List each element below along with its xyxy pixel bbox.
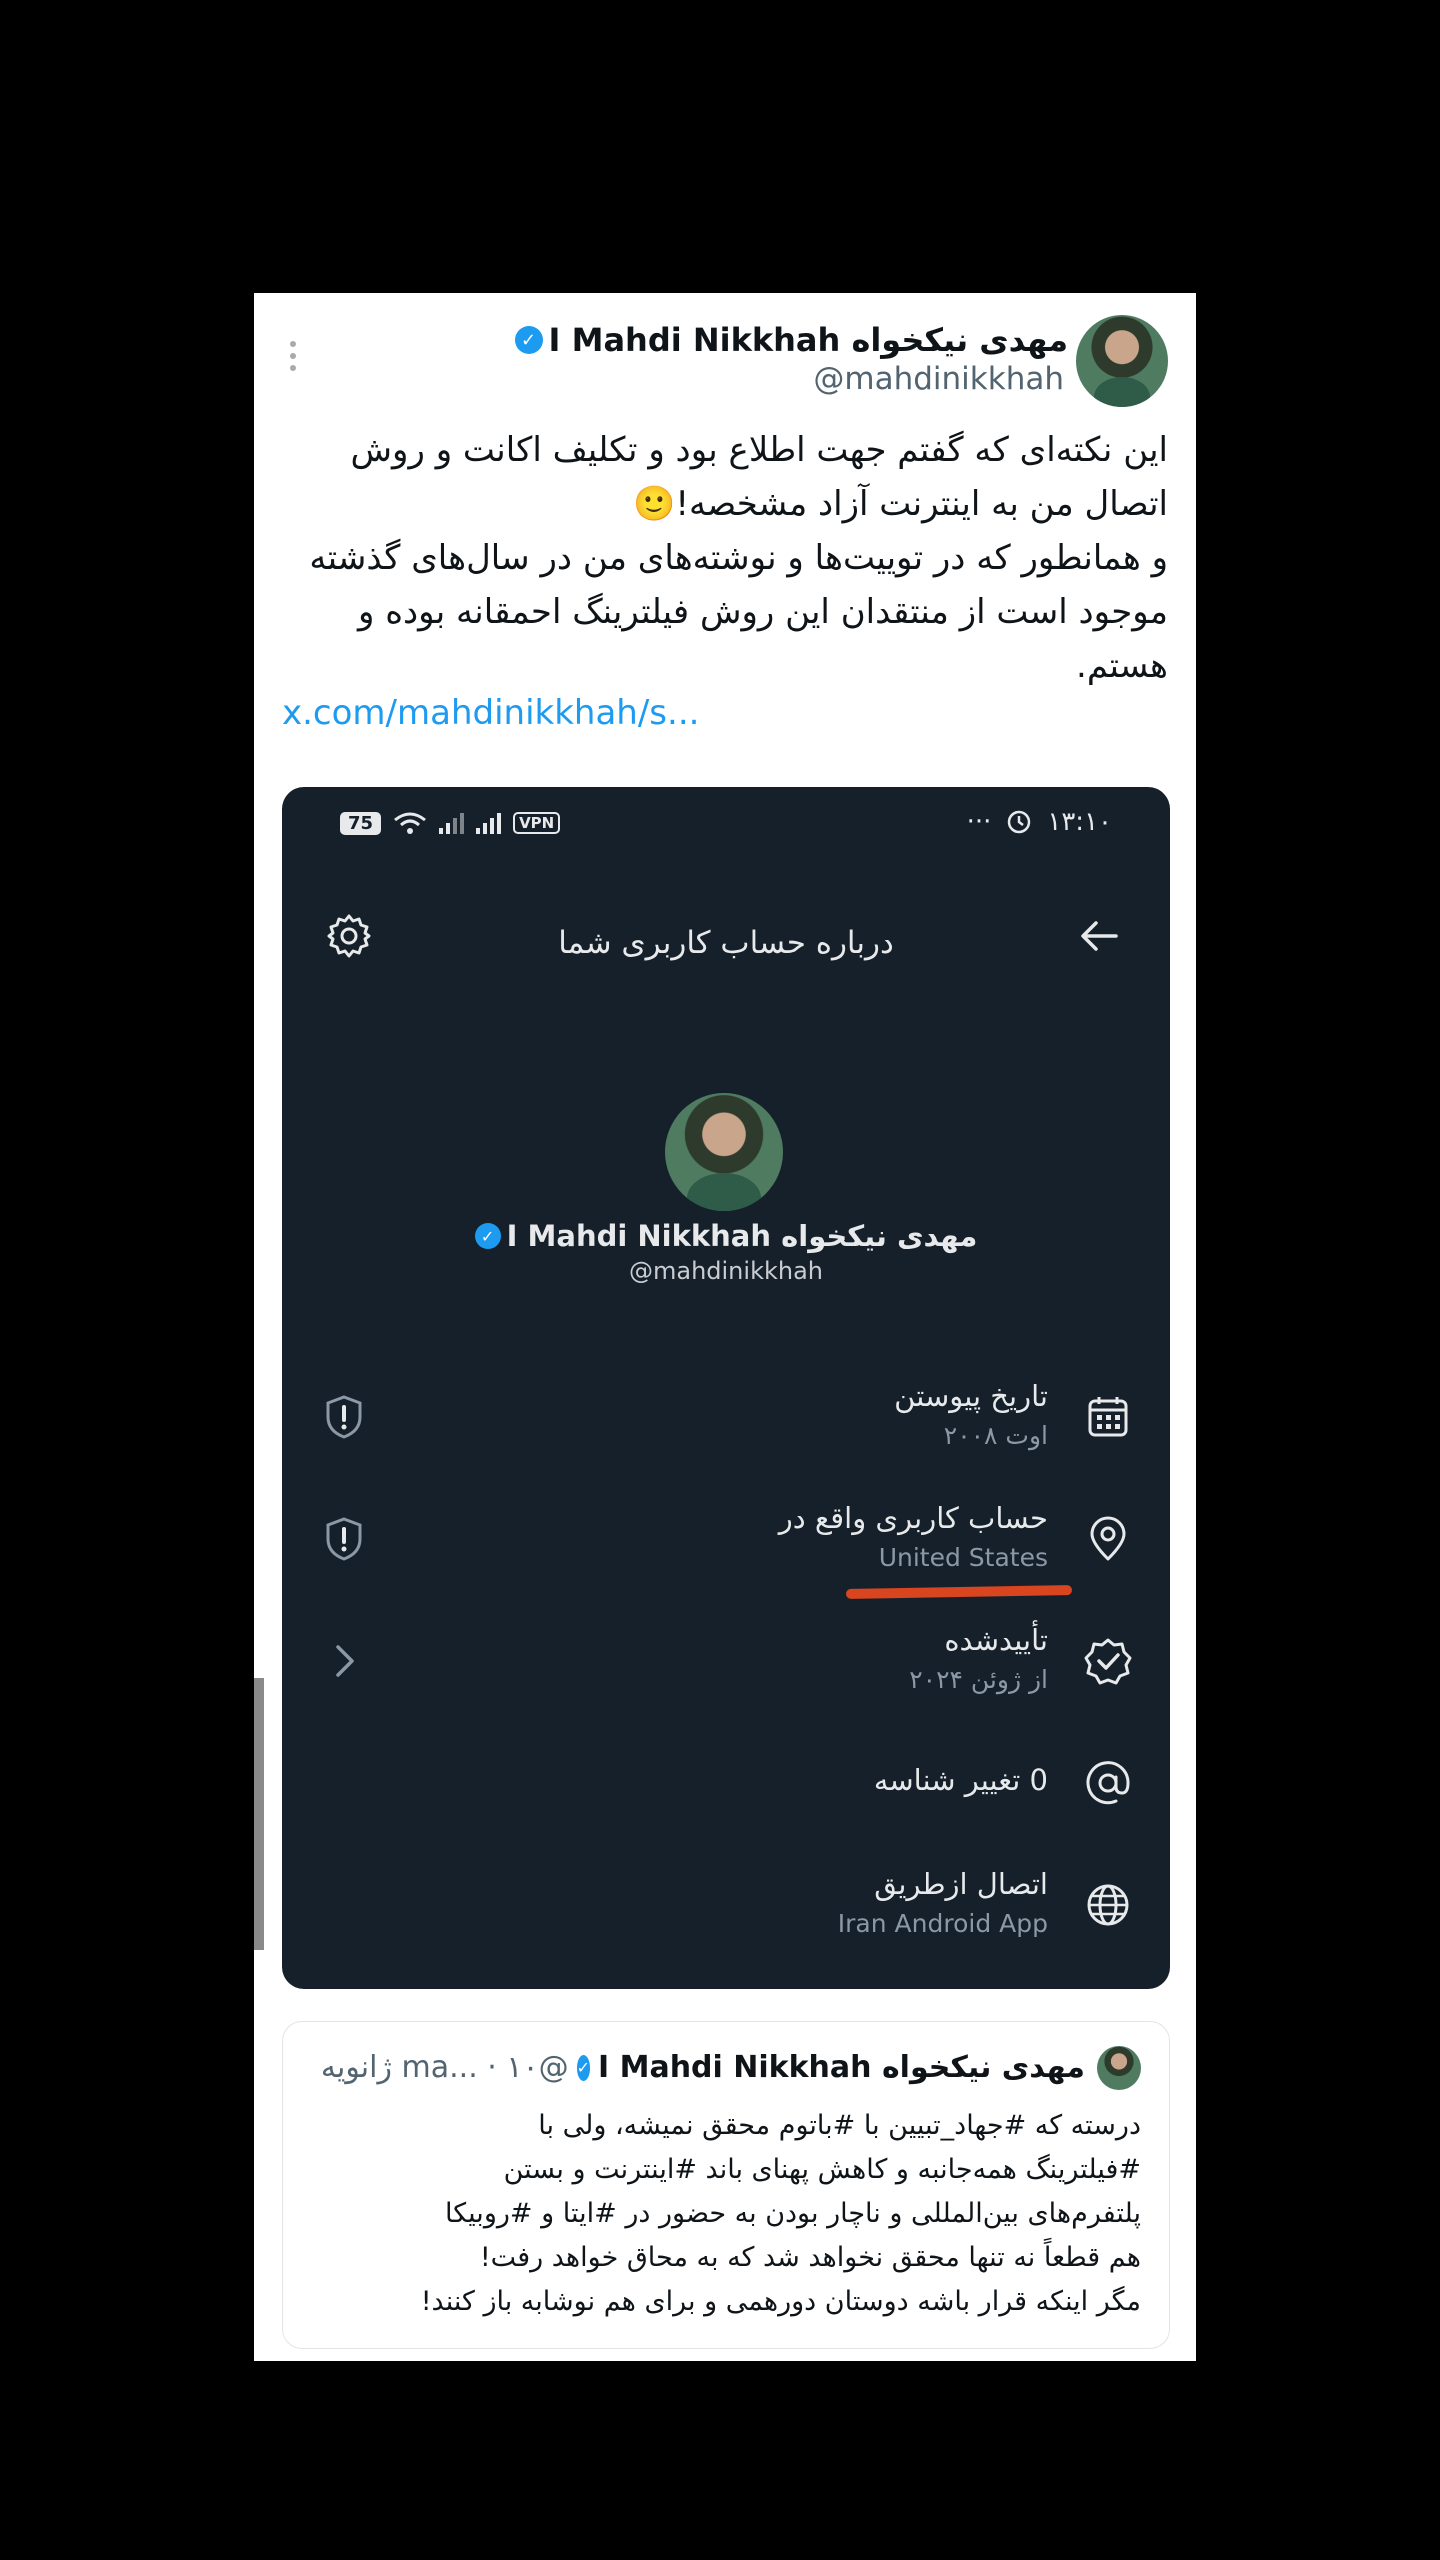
profile-avatar[interactable] (665, 1093, 783, 1211)
tweet-link[interactable]: x.com/mahdinikkhah/s... (282, 693, 699, 733)
status-bar-left: 75 VPN (340, 811, 561, 835)
more-notifications: ··· (966, 807, 992, 837)
row-join-date[interactable]: تاریخ پیوستن اوت ۲۰۰۸ (282, 1369, 1170, 1479)
more-options-icon[interactable] (290, 335, 298, 377)
quoted-meta: @ma... · ۱۰ ژانویه ۲۳ (311, 2050, 569, 2085)
row-connected-via[interactable]: اتصال ازطریق Iran Android App (282, 1857, 1170, 1967)
shield-alert-icon[interactable] (322, 1393, 366, 1441)
row-sub: از ژوئن ۲۰۲۴ (909, 1665, 1048, 1694)
verified-badge-icon: ✓ (514, 326, 543, 354)
author-name-row[interactable]: مهدی نیکخواه I Mahdi Nikkhah ✓ (514, 321, 1068, 359)
location-pin-icon (1090, 1516, 1126, 1561)
author-avatar[interactable] (1076, 315, 1168, 407)
sync-icon (1008, 810, 1031, 834)
shield-alert-icon[interactable] (322, 1515, 366, 1563)
row-sub: Iran Android App (837, 1909, 1048, 1938)
tweet-text: این نکته‌ای که گفتم جهت اطلاع بود و تکلی… (278, 423, 1168, 693)
tweet-line: این نکته‌ای که گفتم جهت اطلاع بود و تکلی… (350, 430, 1168, 524)
row-label: حساب کاربری واقع در (778, 1501, 1048, 1535)
battery-indicator: 75 (340, 811, 382, 835)
quoted-tweet-header: مهدی نیکخواه I Mahdi Nikkhah ✓ @ma... · … (311, 2050, 1085, 2085)
verified-badge-icon (1084, 1638, 1132, 1685)
gear-icon[interactable] (324, 911, 374, 961)
status-bar-right: ۱۳:۱۰ ··· (967, 807, 1112, 837)
row-verified[interactable]: تأییدشده از ژوئن ۲۰۲۴ (282, 1613, 1170, 1723)
clock: ۱۳:۱۰ (1047, 807, 1112, 837)
at-sign-icon (1086, 1761, 1130, 1805)
quoted-line: #فیلترینگ همه‌جانبه و کاهش پهنای باند #ا… (503, 2154, 1141, 2185)
row-sub: United States (878, 1543, 1048, 1572)
tweet-line: و همانطور که در توییت‌ها و نوشته‌های من … (309, 538, 1168, 686)
quoted-line: پلتفرم‌های بین‌المللی و ناچار بودن به حض… (445, 2198, 1141, 2229)
quoted-author-name[interactable]: مهدی نیکخواه I Mahdi Nikkhah (598, 2050, 1085, 2085)
quoted-line: درسته که #جهاد_تبیین با #باتوم محقق نمیش… (538, 2110, 1141, 2141)
profile-name: مهدی نیکخواه I Mahdi Nikkhah (506, 1219, 978, 1253)
signal-icon (439, 812, 465, 834)
author-name[interactable]: مهدی نیکخواه I Mahdi Nikkhah (549, 321, 1068, 359)
row-sub: اوت ۲۰۰۸ (943, 1421, 1048, 1450)
quoted-line: مگر اینکه قرار باشه دوستان دورهمی و برای… (420, 2286, 1141, 2317)
tweet-card: مهدی نیکخواه I Mahdi Nikkhah ✓ @mahdinik… (254, 293, 1196, 2361)
quoted-tweet-text: درسته که #جهاد_تبیین با #باتوم محقق نمیش… (311, 2104, 1141, 2324)
profile-name-row: مهدی نیکخواه I Mahdi Nikkhah ✓ (282, 1219, 1170, 1253)
author-handle[interactable]: @mahdinikkhah (813, 361, 1064, 397)
row-account-location[interactable]: حساب کاربری واقع در United States (282, 1491, 1170, 1601)
verified-badge-icon: ✓ (474, 1223, 501, 1249)
calendar-icon (1088, 1397, 1128, 1437)
vpn-badge: VPN (513, 812, 561, 834)
scrollbar[interactable] (254, 1678, 264, 1950)
signal-icon-2 (476, 812, 502, 834)
quoted-line: هم قطعاً نه تنها محقق نخواهد شد که به مح… (479, 2242, 1141, 2273)
profile-handle: @mahdinikkhah (628, 1257, 823, 1285)
row-label: 0 تغییر شناسه (873, 1763, 1048, 1797)
attached-screenshot[interactable]: 75 VPN ۱۳:۱۰ ··· درباره حساب کاربری شما (282, 787, 1170, 1989)
row-label: اتصال ازطریق (874, 1867, 1048, 1901)
chevron-right-icon[interactable] (322, 1637, 366, 1685)
quoted-tweet[interactable]: مهدی نیکخواه I Mahdi Nikkhah ✓ @ma... · … (282, 2021, 1170, 2349)
verified-badge-icon: ✓ (576, 2054, 590, 2081)
page-title: درباره حساب کاربری شما (558, 925, 894, 961)
row-label: تأییدشده (944, 1623, 1048, 1657)
row-label: تاریخ پیوستن (894, 1379, 1048, 1413)
row-username-changes[interactable]: 0 تغییر شناسه (282, 1735, 1170, 1845)
wifi-icon (394, 812, 426, 834)
quoted-author-avatar[interactable] (1097, 2046, 1141, 2090)
globe-icon (1087, 1884, 1129, 1926)
